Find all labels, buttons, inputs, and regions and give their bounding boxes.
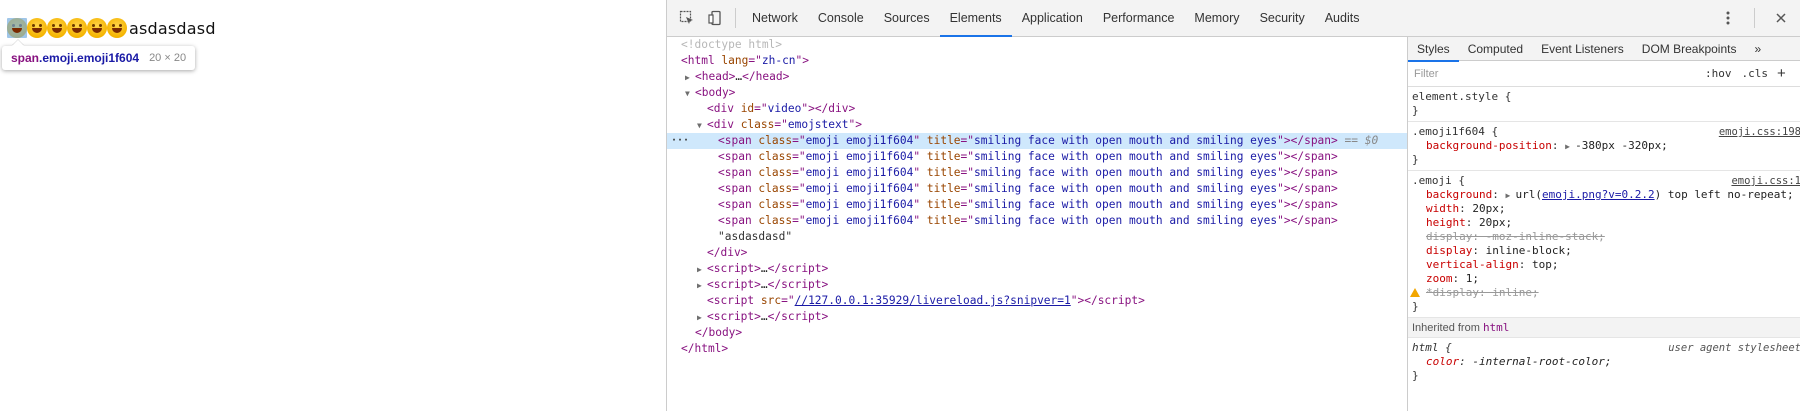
ellipsis-icon[interactable]: ··· <box>671 133 689 149</box>
rule-close: } <box>1412 153 1419 166</box>
rule-selector: element.style { <box>1412 90 1512 103</box>
tab-sources[interactable]: Sources <box>874 0 940 36</box>
dom-script[interactable]: ▶ <script>…</script> <box>667 277 1407 293</box>
tab-styles[interactable]: Styles <box>1408 37 1459 62</box>
rule-property[interactable]: color: -internal-root-color; <box>1412 355 1800 369</box>
rule-property[interactable]: background-position: ▶ -380px -320px; <box>1412 139 1800 153</box>
vertical-dots-icon[interactable] <box>1714 4 1742 32</box>
rule-html-ua[interactable]: html { user agent stylesheet color: -inte… <box>1408 338 1800 386</box>
rule-property[interactable]: zoom: 1; <box>1412 272 1800 286</box>
dom-script[interactable]: ▶ <script>…</script> <box>667 309 1407 325</box>
emoji-smile-icon-3[interactable] <box>47 18 67 38</box>
inspect-tooltip: span .emoji.emoji1f604 20 × 20 <box>2 46 196 70</box>
dom-html-close[interactable]: </html> <box>667 341 1407 357</box>
new-rule-button[interactable]: + <box>1773 65 1790 82</box>
tab-audits[interactable]: Audits <box>1315 0 1370 36</box>
rule-close: } <box>1412 300 1419 313</box>
dom-div-close[interactable]: </div> <box>667 245 1407 261</box>
rule-property-overridden[interactable]: display: -moz-inline-stack; <box>1412 230 1800 244</box>
emoji-smile-icon-4[interactable] <box>67 18 87 38</box>
hov-button[interactable]: :hov <box>1700 67 1737 80</box>
dom-span-emoji[interactable]: <span class="emoji emoji1f604" title="sm… <box>667 213 1407 229</box>
styles-pane: Styles Computed Event Listeners DOM Brea… <box>1407 37 1800 411</box>
dom-div-video[interactable]: <div id="video"></div> <box>667 101 1407 117</box>
emoji-png-link[interactable]: emoji.png?v=0.2.2 <box>1542 188 1655 201</box>
toolbar-divider <box>1754 8 1755 28</box>
devtools-panel: Network Console Sources Elements Applica… <box>666 0 1800 411</box>
devtools-toolbar: Network Console Sources Elements Applica… <box>667 0 1800 37</box>
emoji-smile-icon-2[interactable] <box>27 18 47 38</box>
cls-button[interactable]: .cls <box>1737 67 1774 80</box>
dom-script[interactable]: ▶ <script>…</script> <box>667 261 1407 277</box>
more-tabs-icon[interactable]: » <box>1745 37 1770 61</box>
element-highlight-overlay <box>7 18 27 38</box>
inspected-page: asdasdasd span .emoji.emoji1f604 20 × 20 <box>0 0 666 411</box>
device-toolbar-icon[interactable] <box>701 4 729 32</box>
styles-filter-input[interactable] <box>1412 64 1700 83</box>
livereload-link[interactable]: //127.0.0.1:35929/livereload.js?snipver=… <box>795 294 1071 307</box>
page-text: asdasdasd <box>129 18 216 38</box>
rule-emoji1f604[interactable]: .emoji1f604 { emoji.css:198 background-po… <box>1408 122 1800 171</box>
emoji-smile-icon-6[interactable] <box>107 18 127 38</box>
tab-security[interactable]: Security <box>1250 0 1315 36</box>
dom-head[interactable]: ▶ <head>…</head> <box>667 69 1407 85</box>
tab-network[interactable]: Network <box>742 0 808 36</box>
rule-source: user agent stylesheet <box>1668 342 1800 354</box>
rule-property[interactable]: display: inline-block; <box>1412 244 1800 258</box>
tooltip-tag: span <box>11 51 40 65</box>
tab-computed[interactable]: Computed <box>1459 37 1532 61</box>
rule-property-invalid[interactable]: *display: inline; <box>1410 286 1800 300</box>
tab-console[interactable]: Console <box>808 0 874 36</box>
emoji-smile-icon-1[interactable] <box>7 18 27 38</box>
rule-source-link[interactable]: emoji.css:198 <box>1719 125 1800 139</box>
dom-doctype[interactable]: <!doctype html> <box>667 37 1407 53</box>
dom-text-node[interactable]: "asdasdasd" <box>667 229 1407 245</box>
rule-source-link[interactable]: emoji.css:1 <box>1731 174 1800 188</box>
tab-event-listeners[interactable]: Event Listeners <box>1532 37 1633 61</box>
rule-property[interactable]: background: ▶ url(emoji.png?v=0.2.2) top … <box>1412 188 1800 202</box>
dom-body-open[interactable]: ▼ <body> <box>667 85 1407 101</box>
inherited-header: Inherited from html <box>1408 318 1800 338</box>
styles-tabbar: Styles Computed Event Listeners DOM Brea… <box>1408 37 1800 62</box>
rule-close: } <box>1412 104 1419 117</box>
dom-div-emojstext[interactable]: ▼ <div class="emojstext"> <box>667 117 1407 133</box>
dom-span-emoji[interactable]: <span class="emoji emoji1f604" title="sm… <box>667 165 1407 181</box>
dom-tree[interactable]: <!doctype html> <html lang="zh-cn"> ▶ <he… <box>667 37 1407 411</box>
inspect-cursor-icon[interactable] <box>673 4 701 32</box>
rule-property[interactable]: height: 20px; <box>1412 216 1800 230</box>
close-icon[interactable] <box>1767 4 1795 32</box>
rule-selector: html { <box>1412 341 1452 354</box>
rule-property[interactable]: vertical-align: top; <box>1412 258 1800 272</box>
tab-performance[interactable]: Performance <box>1093 0 1185 36</box>
emoji-text-container: asdasdasd <box>7 17 216 39</box>
dom-body-close[interactable]: </body> <box>667 325 1407 341</box>
rule-element-style[interactable]: element.style { } <box>1408 87 1800 122</box>
rule-close: } <box>1412 369 1419 382</box>
tooltip-classes: .emoji.emoji1f604 <box>39 51 140 65</box>
toolbar-divider <box>735 8 736 28</box>
dom-span-emoji[interactable]: <span class="emoji emoji1f604" title="sm… <box>667 149 1407 165</box>
tab-memory[interactable]: Memory <box>1184 0 1249 36</box>
rule-selector: .emoji1f604 { <box>1412 125 1499 138</box>
dom-html-open[interactable]: <html lang="zh-cn"> <box>667 53 1407 69</box>
warning-icon <box>1410 288 1420 297</box>
inherited-tag[interactable]: html <box>1483 321 1510 334</box>
tooltip-size: 20 × 20 <box>149 52 187 64</box>
dom-span-emoji[interactable]: <span class="emoji emoji1f604" title="sm… <box>667 197 1407 213</box>
emoji-smile-icon-5[interactable] <box>87 18 107 38</box>
styles-filter-bar: :hov .cls + <box>1408 61 1800 87</box>
tab-elements[interactable]: Elements <box>939 0 1012 37</box>
tab-dom-breakpoints[interactable]: DOM Breakpoints <box>1633 37 1746 61</box>
dom-span-selected[interactable]: ··· <span class="emoji emoji1f604" title=… <box>667 133 1407 149</box>
rule-selector: .emoji { <box>1412 174 1465 187</box>
tab-application[interactable]: Application <box>1012 0 1093 36</box>
dom-script-livereload[interactable]: <script src="//127.0.0.1:35929/livereloa… <box>667 293 1407 309</box>
rule-property[interactable]: width: 20px; <box>1412 202 1800 216</box>
style-rules: element.style { } .emoji1f604 { emoji.css… <box>1408 87 1800 386</box>
rule-emoji[interactable]: .emoji { emoji.css:1 background: ▶ url(emo… <box>1408 171 1800 318</box>
dom-span-emoji[interactable]: <span class="emoji emoji1f604" title="sm… <box>667 181 1407 197</box>
